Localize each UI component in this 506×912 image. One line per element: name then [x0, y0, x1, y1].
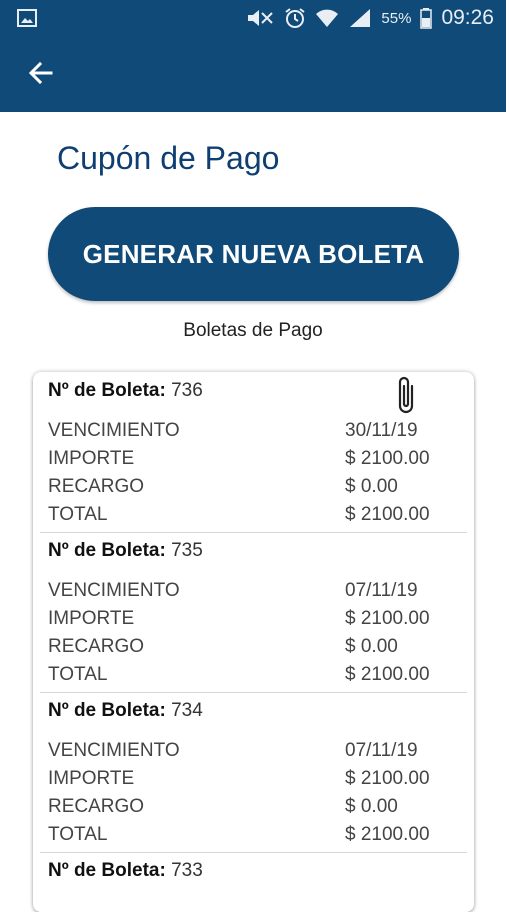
row-label: TOTAL — [48, 504, 108, 525]
total-row: TOTAL $ 2100.00 — [48, 824, 436, 850]
row-label: IMPORTE — [48, 448, 135, 469]
boleta-heading: Nº de Boleta: 735 — [48, 540, 203, 562]
boletas-list: Nº de Boleta: 736 VENCIMIENTO 30/11/19 I… — [33, 372, 474, 912]
wifi-icon — [315, 7, 339, 29]
recargo-row: RECARGO $ 0.00 — [48, 796, 436, 822]
row-value: $ 0.00 — [345, 796, 398, 817]
boleta-heading: Nº de Boleta: 733 — [48, 860, 203, 882]
importe-row: IMPORTE $ 2100.00 — [48, 448, 436, 474]
row-value: $ 2100.00 — [345, 664, 430, 685]
alarm-icon — [284, 7, 306, 29]
importe-row: IMPORTE $ 2100.00 — [48, 608, 436, 634]
boleta-number-label: Nº de Boleta: — [48, 380, 166, 401]
row-value: $ 2100.00 — [345, 504, 430, 525]
status-bar: 55% 09:26 — [0, 0, 506, 36]
importe-row: IMPORTE $ 2100.00 — [48, 768, 436, 794]
arrow-left-icon — [28, 61, 53, 85]
vencimiento-row: VENCIMIENTO 07/11/19 — [48, 740, 436, 766]
row-value: $ 2100.00 — [345, 768, 430, 789]
row-value: $ 0.00 — [345, 476, 398, 497]
image-notification-icon — [17, 9, 37, 32]
list-item[interactable]: Nº de Boleta: 736 VENCIMIENTO 30/11/19 I… — [40, 372, 467, 532]
vencimiento-row: VENCIMIENTO 07/11/19 — [48, 580, 436, 606]
list-item[interactable]: Nº de Boleta: 735 VENCIMIENTO 07/11/19 I… — [40, 532, 467, 692]
boleta-number: 735 — [171, 540, 203, 561]
list-item[interactable]: Nº de Boleta: 734 VENCIMIENTO 07/11/19 I… — [40, 692, 467, 852]
row-label: IMPORTE — [48, 608, 135, 629]
back-button[interactable] — [26, 58, 56, 88]
page-title: Cupón de Pago — [57, 140, 280, 176]
row-label: TOTAL — [48, 824, 108, 845]
row-value: $ 0.00 — [345, 636, 398, 657]
row-value: 07/11/19 — [345, 740, 418, 761]
vencimiento-row: VENCIMIENTO 30/11/19 — [48, 420, 436, 446]
row-label: RECARGO — [48, 476, 145, 497]
row-label: IMPORTE — [48, 768, 135, 789]
boleta-number: 734 — [171, 700, 203, 721]
recargo-row: RECARGO $ 0.00 — [48, 476, 436, 502]
list-item[interactable]: Nº de Boleta: 733 — [40, 852, 467, 912]
boleta-number-label: Nº de Boleta: — [48, 860, 166, 881]
boleta-number-label: Nº de Boleta: — [48, 700, 166, 721]
attachment-button[interactable] — [392, 372, 422, 416]
recargo-row: RECARGO $ 0.00 — [48, 636, 436, 662]
row-label: TOTAL — [48, 664, 108, 685]
paperclip-icon — [398, 376, 414, 414]
total-row: TOTAL $ 2100.00 — [48, 504, 436, 530]
row-label: RECARGO — [48, 636, 145, 657]
row-value: $ 2100.00 — [345, 448, 430, 469]
app-header: 55% 09:26 — [0, 0, 506, 112]
boleta-number: 736 — [171, 380, 203, 401]
boleta-number: 733 — [171, 860, 203, 881]
boletas-section-label: Boletas de Pago — [183, 320, 323, 341]
row-value: 07/11/19 — [345, 580, 418, 601]
row-value: $ 2100.00 — [345, 608, 430, 629]
row-value: $ 2100.00 — [345, 824, 430, 845]
generate-new-boleta-button[interactable]: GENERAR NUEVA BOLETA — [48, 207, 459, 301]
row-label: RECARGO — [48, 796, 145, 817]
row-label: VENCIMIENTO — [48, 740, 180, 761]
battery-percent: 55% — [381, 9, 412, 27]
boleta-heading: Nº de Boleta: 736 — [48, 380, 203, 402]
signal-icon — [348, 7, 372, 29]
row-label: VENCIMIENTO — [48, 420, 180, 441]
battery-icon — [420, 7, 433, 29]
row-value: 30/11/19 — [345, 420, 418, 441]
clock: 09:26 — [441, 6, 494, 29]
row-label: VENCIMIENTO — [48, 580, 180, 601]
boleta-heading: Nº de Boleta: 734 — [48, 700, 203, 722]
total-row: TOTAL $ 2100.00 — [48, 664, 436, 690]
boleta-number-label: Nº de Boleta: — [48, 540, 166, 561]
mute-icon — [245, 7, 275, 29]
